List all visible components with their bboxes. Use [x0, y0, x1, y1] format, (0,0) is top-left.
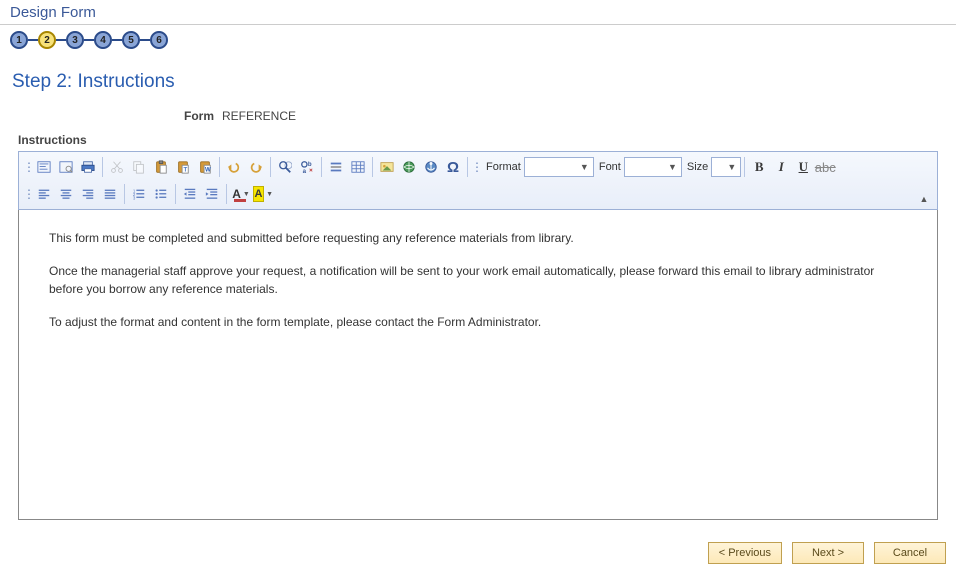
chevron-down-icon: ▼	[727, 162, 736, 172]
image-button[interactable]	[376, 156, 398, 178]
step-1[interactable]: 1	[10, 31, 28, 49]
step-connector	[28, 39, 38, 41]
step-5[interactable]: 5	[122, 31, 140, 49]
strikethrough-button[interactable]: abc	[814, 156, 836, 178]
horizontal-rule-button[interactable]	[325, 156, 347, 178]
replace-button[interactable]: ba	[296, 156, 318, 178]
instruction-paragraph: This form must be completed and submitte…	[49, 230, 907, 247]
toolbar-separator	[467, 157, 468, 177]
chevron-down-icon: ▼	[668, 162, 677, 172]
print-button[interactable]	[77, 156, 99, 178]
align-center-button[interactable]	[55, 183, 77, 205]
format-label: Format	[486, 161, 521, 173]
highlight-color-button[interactable]: A ▼	[252, 183, 274, 205]
link-button[interactable]	[398, 156, 420, 178]
step-connector	[56, 39, 66, 41]
editor-toolbar: T W ba	[18, 151, 938, 210]
step-connector	[112, 39, 122, 41]
font-dropdown[interactable]: ▼	[624, 157, 682, 177]
toolbar-separator	[270, 157, 271, 177]
step-connector	[84, 39, 94, 41]
toolbar-separator	[744, 157, 745, 177]
step-connector	[140, 39, 150, 41]
indent-button[interactable]	[201, 183, 223, 205]
form-name-row: Form REFERENCE	[0, 105, 956, 133]
svg-text:W: W	[205, 166, 211, 173]
anchor-button[interactable]	[420, 156, 442, 178]
instruction-paragraph: Once the managerial staff approve your r…	[49, 263, 907, 298]
underline-button[interactable]: U	[792, 156, 814, 178]
rich-text-editor: T W ba	[18, 151, 938, 520]
instructions-label: Instructions	[0, 133, 956, 151]
svg-text:T: T	[183, 166, 187, 173]
bulleted-list-button[interactable]	[150, 183, 172, 205]
bold-button[interactable]: B	[748, 156, 770, 178]
size-dropdown[interactable]: ▼	[711, 157, 741, 177]
step-3[interactable]: 3	[66, 31, 84, 49]
toolbar-separator	[372, 157, 373, 177]
special-char-button[interactable]: Ω	[442, 156, 464, 178]
previous-button[interactable]: < Previous	[708, 542, 782, 564]
toolbar-grip-icon	[473, 156, 479, 178]
preview-button[interactable]	[55, 156, 77, 178]
next-button[interactable]: Next >	[792, 542, 864, 564]
svg-text:a: a	[303, 168, 307, 174]
table-button[interactable]	[347, 156, 369, 178]
undo-button[interactable]	[223, 156, 245, 178]
find-button[interactable]	[274, 156, 296, 178]
align-left-button[interactable]	[33, 183, 55, 205]
source-button[interactable]	[33, 156, 55, 178]
step-2[interactable]: 2	[38, 31, 56, 49]
step-4[interactable]: 4	[94, 31, 112, 49]
outdent-button[interactable]	[179, 183, 201, 205]
size-label: Size	[687, 161, 708, 173]
svg-text:b: b	[308, 161, 312, 168]
toolbar-grip-icon	[25, 183, 31, 205]
align-right-button[interactable]	[77, 183, 99, 205]
toolbar-separator	[226, 184, 227, 204]
toolbar-separator	[321, 157, 322, 177]
format-dropdown[interactable]: ▼	[524, 157, 594, 177]
editor-content-area[interactable]: This form must be completed and submitte…	[18, 210, 938, 520]
svg-text:3: 3	[133, 195, 136, 200]
toolbar-grip-icon	[25, 156, 31, 178]
toolbar-separator	[102, 157, 103, 177]
align-justify-button[interactable]	[99, 183, 121, 205]
toolbar-separator	[175, 184, 176, 204]
toolbar-row-2: 123 A ▼ A ▼ ▲	[21, 181, 935, 207]
cancel-button[interactable]: Cancel	[874, 542, 946, 564]
toolbar-separator	[219, 157, 220, 177]
wizard-footer: < Previous Next > Cancel	[0, 520, 956, 574]
toolbar-separator	[124, 184, 125, 204]
step-6[interactable]: 6	[150, 31, 168, 49]
collapse-toolbar-icon[interactable]: ▲	[917, 193, 931, 205]
text-color-button[interactable]: A ▼	[230, 183, 252, 205]
italic-button[interactable]: I	[770, 156, 792, 178]
redo-button[interactable]	[245, 156, 267, 178]
page-title: Design Form	[0, 0, 956, 25]
paste-word-button[interactable]: W	[194, 156, 216, 178]
cut-button[interactable]	[106, 156, 128, 178]
step-heading: Step 2: Instructions	[0, 53, 956, 105]
form-name-label: Form	[12, 109, 222, 123]
paste-text-button[interactable]: T	[172, 156, 194, 178]
wizard-stepper: 1 2 3 4 5 6	[0, 25, 956, 53]
font-label: Font	[599, 161, 621, 173]
instruction-paragraph: To adjust the format and content in the …	[49, 314, 907, 331]
copy-button[interactable]	[128, 156, 150, 178]
form-name-value: REFERENCE	[222, 109, 296, 123]
toolbar-row-1: T W ba	[21, 154, 935, 180]
chevron-down-icon: ▼	[580, 162, 589, 172]
paste-button[interactable]	[150, 156, 172, 178]
numbered-list-button[interactable]: 123	[128, 183, 150, 205]
